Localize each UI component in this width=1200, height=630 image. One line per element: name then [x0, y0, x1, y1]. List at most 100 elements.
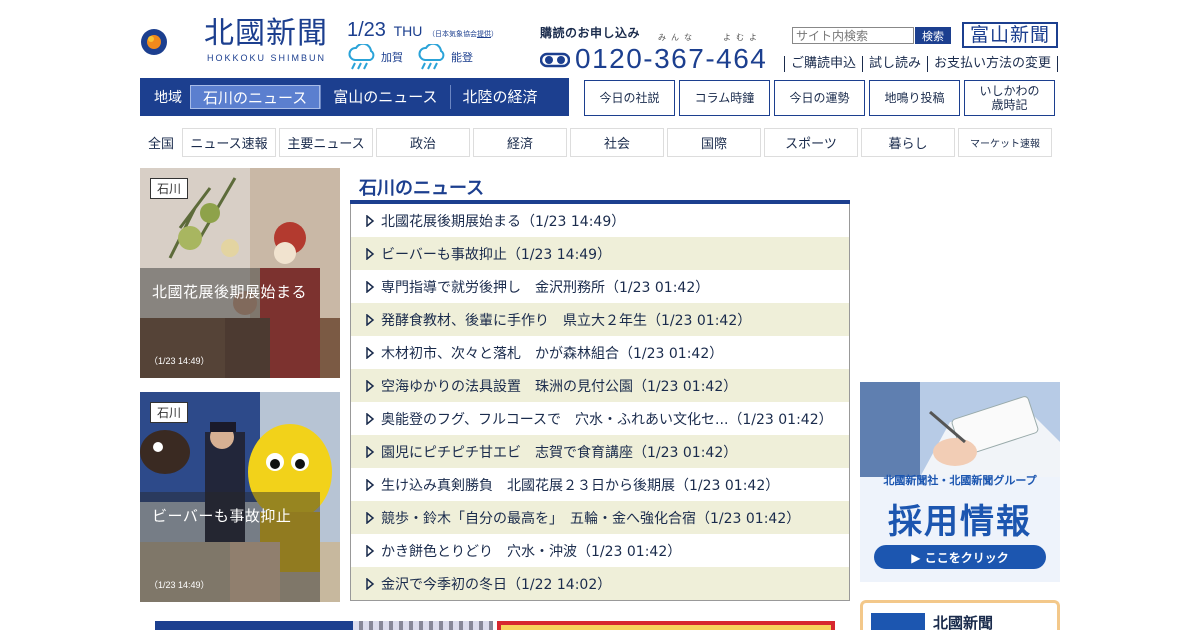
news-list: 北國花展後期展始まる（1/23 14:49） ビーバーも事故抑止（1/23 14…	[350, 204, 850, 601]
tab-society[interactable]: 社会	[570, 128, 664, 157]
tab-toyama-news[interactable]: 富山のニュース	[320, 85, 449, 109]
tab-ishikawa-news[interactable]: 石川のニュース	[190, 85, 321, 109]
news-item[interactable]: 園児にピチピチ甘エビ 志賀で食育講座（1/23 01:42）	[351, 435, 849, 468]
editorial-button[interactable]: 今日の社説	[584, 80, 675, 116]
logo-text-jp: 北國新聞	[204, 16, 328, 51]
trial-link[interactable]: 試し読み	[862, 56, 927, 72]
weather-credit-suffix: ）	[490, 31, 498, 38]
news-item-text: 金沢で今季初の冬日（1/22 14:02）	[381, 576, 612, 593]
news-item[interactable]: 木材初市、次々と落札 かが森林組合（1/23 01:42）	[351, 336, 849, 369]
subscription-phone-number: 0120-367-464	[575, 43, 768, 74]
triangle-bullet-icon	[366, 280, 375, 293]
news-section-heading: 石川のニュース	[350, 168, 850, 204]
photo-card[interactable]: 石川 ビーバーも事故抑止 （1/23 14:49）	[140, 392, 340, 602]
recruit-title: 採用情報	[888, 502, 1032, 542]
paper-promo-box[interactable]: 北國新聞	[860, 600, 1060, 630]
news-item[interactable]: 奥能登のフグ、フルコースで 穴水・ふれあい文化セ...（1/23 01:42）	[351, 402, 849, 435]
payment-change-link[interactable]: お支払い方法の変更	[927, 56, 1059, 72]
triangle-bullet-icon	[366, 214, 375, 227]
site-search: 検索	[792, 27, 951, 44]
ad-banner-image	[353, 621, 493, 630]
seasonal-events-button[interactable]: いしかわの 歳時記	[964, 80, 1055, 116]
paper-logo-icon	[871, 613, 925, 630]
cloud-rain-icon	[348, 44, 375, 70]
subscription-title: 購読のお申し込み	[540, 26, 641, 40]
tab-sports[interactable]: スポーツ	[764, 128, 858, 157]
tab-politics[interactable]: 政治	[376, 128, 470, 157]
triangle-bullet-icon	[366, 511, 375, 524]
news-item[interactable]: 発酵食教材、後輩に手作り 県立大２年生（1/23 01:42）	[351, 303, 849, 336]
reader-post-button[interactable]: 地鳴り投稿	[869, 80, 960, 116]
news-item-text: かき餅色とりどり 穴水・沖波（1/23 01:42）	[381, 543, 682, 560]
region-nav: 地域 石川のニュース 富山のニュース 北陸の経済	[140, 78, 569, 116]
weather-kaga[interactable]: 加賀	[347, 44, 403, 70]
tab-international[interactable]: 国際	[667, 128, 761, 157]
triangle-bullet-icon	[366, 346, 375, 359]
triangle-bullet-icon	[366, 412, 375, 425]
subscription-block[interactable]: 購読のお申し込み みんな よむよ 0120-367-464	[540, 24, 766, 74]
triangle-bullet-icon	[366, 478, 375, 491]
triangle-bullet-icon	[366, 247, 375, 260]
news-item[interactable]: 生け込み真剣勝負 北國花展２３日から後期展（1/23 01:42）	[351, 468, 849, 501]
news-item[interactable]: 金沢で今季初の冬日（1/22 14:02）	[351, 567, 849, 600]
news-item-text: 発酵食教材、後輩に手作り 県立大２年生（1/23 01:42）	[381, 312, 752, 329]
horoscope-button[interactable]: 今日の運勢	[774, 80, 865, 116]
recruit-banner[interactable]: 北國新聞社・北國新聞グループ 採用情報 ▶ ここをクリック	[860, 382, 1060, 582]
tab-lifestyle[interactable]: 暮らし	[861, 128, 955, 157]
photo-card[interactable]: 石川 北國花展後期展始まる （1/23 14:49）	[140, 168, 340, 378]
weather-area-kaga: 加賀	[381, 51, 403, 64]
news-item[interactable]: 専門指導で就労後押し 金沢刑務所（1/23 01:42）	[351, 270, 849, 303]
news-item-text: 木材初市、次々と落札 かが森林組合（1/23 01:42）	[381, 345, 724, 362]
category-nav: 全国 ニュース速報 主要ニュース 政治 経済 社会 国際 スポーツ 暮らし マー…	[140, 128, 1055, 157]
search-input[interactable]	[792, 27, 914, 44]
news-item[interactable]: かき餅色とりどり 穴水・沖波（1/23 01:42）	[351, 534, 849, 567]
paper-name: 北國新聞	[933, 614, 994, 630]
region-tag: 石川	[150, 402, 189, 423]
news-item-text: 園児にピチピチ甘エビ 志賀で食育講座（1/23 01:42）	[381, 444, 738, 461]
weather-credit-prefix: （日本気象協会	[427, 31, 477, 38]
tab-breaking-news[interactable]: ニュース速報	[182, 128, 276, 157]
column-jisho-button[interactable]: コラム時鐘	[679, 80, 770, 116]
free-dial-icon	[540, 52, 570, 68]
feature-buttons: 今日の社説 コラム時鐘 今日の運勢 地鳴り投稿 いしかわの 歳時記	[584, 80, 1059, 116]
tab-economy[interactable]: 経済	[473, 128, 567, 157]
photo-timestamp: （1/23 14:49）	[149, 580, 210, 590]
triangle-bullet-icon	[366, 445, 375, 458]
subscribe-link[interactable]: ご購読申込	[784, 56, 862, 72]
photo-title[interactable]: ビーバーも事故抑止	[152, 505, 291, 526]
region-tag: 石川	[150, 178, 189, 199]
subscription-ruby-1: みんな	[658, 33, 697, 42]
triangle-bullet-icon	[366, 313, 375, 326]
weather-noto[interactable]: 能登	[417, 44, 473, 70]
tab-market-news[interactable]: マーケット速報	[958, 128, 1052, 157]
recruit-click-button[interactable]: ▶ ここをクリック	[874, 545, 1046, 569]
news-item-text: 生け込み真剣勝負 北國花展２３日から後期展（1/23 01:42）	[381, 477, 780, 494]
tab-top-news[interactable]: 主要ニュース	[279, 128, 373, 157]
category-nav-label: 全国	[147, 137, 174, 152]
subscription-phone[interactable]: 0120-367-464	[540, 43, 767, 75]
ad-banner-left[interactable]	[155, 621, 493, 630]
region-nav-label: 地域	[154, 90, 182, 106]
site-logo[interactable]: 北國新聞 HOKKOKU SHIMBUN	[140, 16, 340, 66]
news-item[interactable]: 競歩・鈴木「自分の最高を」 五輪・金へ強化合宿（1/23 01:42）	[351, 501, 849, 534]
news-item[interactable]: ビーバーも事故抑止（1/23 14:49）	[351, 237, 849, 270]
cloud-rain-icon	[418, 44, 445, 70]
recruit-subtitle: 北國新聞社・北國新聞グループ	[883, 474, 1037, 487]
utility-links: ご購読申込 試し読み お支払い方法の変更	[784, 56, 1059, 72]
news-item-text: 奥能登のフグ、フルコースで 穴水・ふれあい文化セ...（1/23 01:42）	[381, 411, 833, 428]
triangle-bullet-icon	[366, 577, 375, 590]
news-item[interactable]: 空海ゆかりの法具設置 珠洲の見付公園（1/23 01:42）	[351, 369, 849, 402]
subscription-ruby-2: よむよ	[723, 33, 762, 42]
weather-area-noto: 能登	[451, 51, 473, 64]
date-day-of-week: THU	[393, 23, 423, 39]
toyama-shimbun-link[interactable]: 富山新聞	[962, 22, 1058, 48]
news-item-text: 北國花展後期展始まる（1/23 14:49）	[381, 213, 626, 230]
photo-title[interactable]: 北國花展後期展始まる	[152, 281, 307, 302]
tab-hokuriku-economy[interactable]: 北陸の経済	[449, 85, 550, 109]
news-item[interactable]: 北國花展後期展始まる（1/23 14:49）	[351, 204, 849, 237]
weather-credit-link[interactable]: 提供	[477, 31, 491, 38]
ad-banner-right[interactable]	[497, 621, 835, 630]
triangle-bullet-icon	[366, 379, 375, 392]
search-button[interactable]: 検索	[915, 27, 951, 44]
date-display: 1/23 THU （日本気象協会提供）	[347, 19, 498, 42]
